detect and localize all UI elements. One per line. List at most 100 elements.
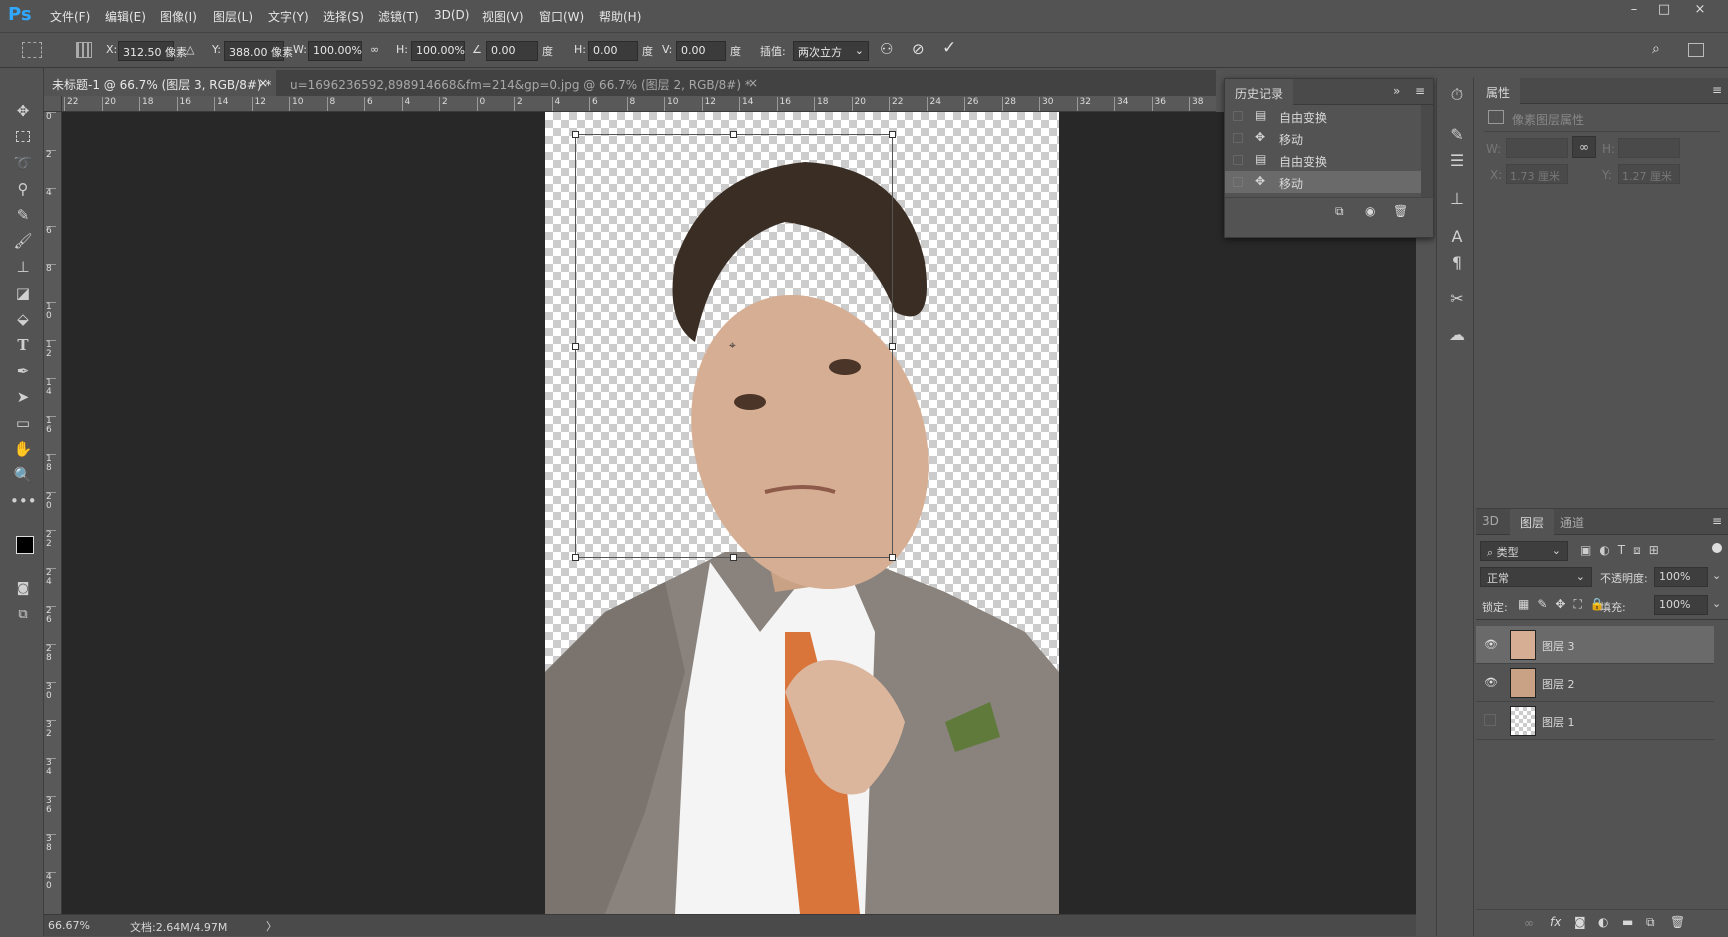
menu-image[interactable]: 图像(I) [160, 8, 197, 25]
menu-edit[interactable]: 编辑(E) [105, 8, 146, 25]
new-document-icon[interactable]: ⧉ [1335, 204, 1344, 219]
history-item[interactable]: ✥ 移动 [1225, 127, 1421, 149]
fx-icon[interactable]: fx [1550, 915, 1561, 929]
layer-name[interactable]: 图层 2 [1542, 676, 1575, 692]
layer-row-selected[interactable]: 👁 图层 3 [1476, 626, 1714, 664]
blend-mode-select[interactable]: 正常 ⌄ [1480, 567, 1592, 587]
layer-row[interactable]: 图层 1 [1476, 702, 1714, 740]
transform-handle[interactable] [889, 131, 896, 138]
link-layers-icon[interactable]: ∞ [1524, 916, 1534, 930]
hskew-input[interactable]: 0.00 [588, 41, 638, 61]
path-select-tool-icon[interactable]: ➤ [10, 386, 36, 408]
workspace-switcher-icon[interactable] [1688, 43, 1704, 57]
prop-y-input[interactable]: 1.27 厘米 [1618, 164, 1680, 184]
status-menu-arrow[interactable]: 〉 [266, 918, 277, 934]
prop-w-input[interactable] [1506, 138, 1568, 158]
more-tools-icon[interactable]: ••• [10, 490, 37, 512]
restore-button[interactable]: □ [1650, 2, 1678, 22]
close-tab-icon[interactable]: × [258, 76, 268, 90]
opacity-input[interactable]: 100% [1654, 567, 1708, 587]
x-input[interactable]: 312.50 像素 [118, 41, 187, 61]
rectangle-tool-icon[interactable]: ▭ [10, 412, 36, 434]
hand-tool-icon[interactable]: ✋ [10, 438, 36, 460]
add-mask-icon[interactable]: ◙ [1574, 915, 1586, 929]
quick-select-tool-icon[interactable]: ⚲ [10, 178, 36, 200]
warp-mode-icon[interactable]: ⚇ [880, 40, 893, 58]
transform-tool-icon[interactable] [22, 42, 42, 58]
prop-x-input[interactable]: 1.73 厘米 [1506, 164, 1568, 184]
paint-bucket-tool-icon[interactable]: ⬙ [10, 308, 36, 330]
eye-icon[interactable]: 👁 [1484, 638, 1498, 652]
layer-name[interactable]: 图层 1 [1542, 714, 1575, 730]
brush-settings-icon[interactable]: ✎ [1446, 124, 1468, 146]
lock-icons[interactable]: ▦✎✥⛶🔒 [1518, 597, 1613, 612]
tools-preset-icon[interactable]: ✂ [1446, 288, 1468, 310]
transform-handle[interactable] [730, 554, 737, 561]
marquee-tool-icon[interactable] [10, 126, 36, 148]
visibility-toggle[interactable] [1484, 714, 1496, 726]
menu-window[interactable]: 窗口(W) [539, 8, 584, 25]
pen-tool-icon[interactable]: ✒ [10, 360, 36, 382]
history-checkbox[interactable] [1233, 155, 1243, 165]
screen-mode-icon[interactable]: ⧉ [10, 604, 36, 626]
reference-point-icon[interactable] [76, 42, 92, 58]
quick-mask-icon[interactable]: ◙ [10, 578, 36, 600]
ruler-origin[interactable] [44, 96, 62, 112]
transform-handle[interactable] [572, 343, 579, 350]
tab-jpg-document[interactable]: u=1696236592,898914668&fm=214&gp=0.jpg @… [282, 70, 772, 96]
eyedropper-tool-icon[interactable]: ✎ [10, 204, 36, 226]
libraries-icon[interactable]: ☁ [1446, 324, 1468, 346]
new-layer-icon[interactable]: ⧉ [1646, 915, 1655, 930]
menu-view[interactable]: 视图(V) [482, 8, 524, 25]
tab-layers[interactable]: 图层 [1510, 509, 1555, 535]
adjustment-layer-icon[interactable]: ◐ [1598, 915, 1608, 929]
menu-file[interactable]: 文件(F) [50, 8, 90, 25]
filter-toggle-icon[interactable] [1712, 543, 1722, 553]
history-item-selected[interactable]: ✥ 移动 [1225, 171, 1421, 193]
menu-layer[interactable]: 图层(L) [213, 8, 253, 25]
search-icon[interactable]: ⌕ [1652, 41, 1660, 57]
y-input[interactable]: 388.00 像素 [224, 41, 293, 61]
layer-row[interactable]: 👁 图层 2 [1476, 664, 1714, 702]
chevron-down-icon[interactable]: ⌄ [1712, 597, 1721, 610]
pivot-point-icon[interactable]: ⌖ [729, 338, 736, 353]
transform-handle[interactable] [572, 131, 579, 138]
properties-tab[interactable]: 属性 [1476, 78, 1521, 104]
link-icon[interactable]: ∞ [1572, 136, 1596, 158]
history-scrollbar[interactable] [1421, 105, 1433, 197]
history-panel-icon[interactable]: ⏱ [1446, 84, 1468, 106]
interp-select[interactable]: 两次立方 ⌄ [793, 41, 869, 61]
cancel-transform-icon[interactable]: ⊘ [912, 40, 925, 58]
menu-select[interactable]: 选择(S) [323, 8, 364, 25]
trash-icon[interactable]: 🗑 [1393, 204, 1408, 218]
chevron-down-icon[interactable]: ⌄ [1712, 569, 1721, 582]
canvas-workspace[interactable]: ⌖ [62, 112, 1416, 914]
menu-3d[interactable]: 3D(D) [434, 8, 469, 22]
document-canvas[interactable]: ⌖ [545, 112, 1059, 914]
tab-3d[interactable]: 3D [1482, 514, 1499, 528]
history-checkbox[interactable] [1233, 177, 1243, 187]
link-icon[interactable]: ∞ [370, 43, 379, 56]
clone-source-icon[interactable]: ⊥ [1446, 188, 1468, 210]
tab-untitled-1[interactable]: 未标题-1 @ 66.7% (图层 3, RGB/8#) * × [44, 70, 276, 96]
layer-filter-icons[interactable]: ▣◐T⧈⊞ [1580, 543, 1667, 558]
layer-name[interactable]: 图层 3 [1542, 638, 1575, 654]
w-input[interactable]: 100.00% [308, 41, 362, 61]
foreground-color-swatch[interactable] [16, 536, 34, 554]
commit-transform-icon[interactable]: ✓ [942, 38, 956, 58]
history-checkbox[interactable] [1233, 133, 1243, 143]
transform-handle[interactable] [572, 554, 579, 561]
stamp-tool-icon[interactable]: ⊥ [10, 256, 36, 278]
tab-channels[interactable]: 通道 [1560, 514, 1584, 531]
transform-handle[interactable] [730, 131, 737, 138]
menu-help[interactable]: 帮助(H) [599, 8, 641, 25]
history-tab[interactable]: 历史记录 [1225, 79, 1294, 105]
menu-type[interactable]: 文字(Y) [268, 8, 309, 25]
history-item[interactable]: ▤ 自由变换 [1225, 105, 1421, 127]
brush-tool-icon[interactable]: 🖌 [10, 230, 36, 252]
fill-input[interactable]: 100% [1654, 595, 1708, 615]
vskew-input[interactable]: 0.00 [676, 41, 726, 61]
character-icon[interactable]: A [1446, 226, 1468, 248]
panel-menu-icon[interactable]: ≡ [1415, 84, 1425, 98]
lasso-tool-icon[interactable]: ➰ [10, 152, 36, 174]
